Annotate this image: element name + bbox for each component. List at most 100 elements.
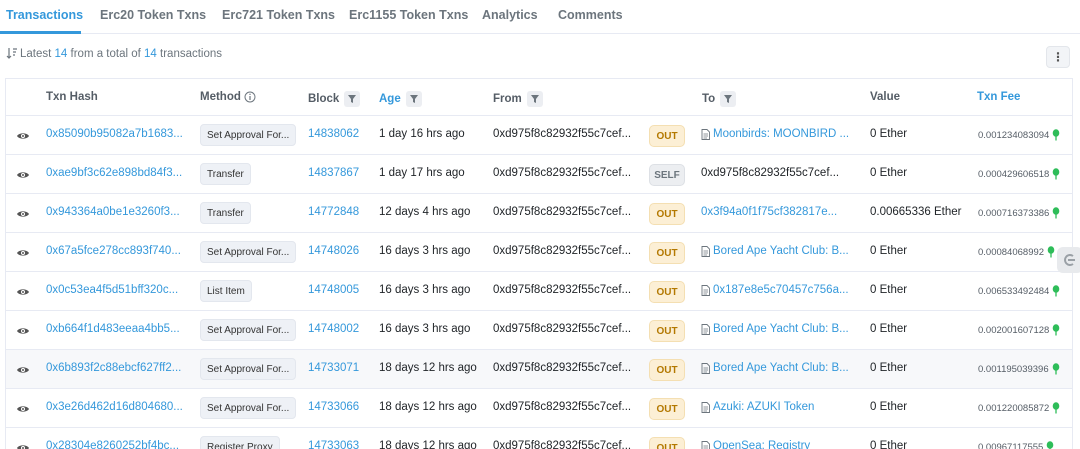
to-address[interactable]: 0x3f94a0f1f75cf382817e... <box>701 206 837 218</box>
block-link[interactable]: 14733071 <box>308 362 359 374</box>
more-options-button[interactable]: ⋮ <box>1046 46 1070 68</box>
age-text: 18 days 12 hrs ago <box>379 401 477 413</box>
txn-fee-text: 0.00084068992 <box>978 246 1055 258</box>
tab-erc1155-token-txns[interactable]: Erc1155 Token Txns <box>349 8 468 22</box>
txn-fee-text: 0.002001607128 <box>978 324 1060 336</box>
eye-icon[interactable] <box>16 403 30 417</box>
tab-comments[interactable]: Comments <box>558 8 623 22</box>
txn-hash-link[interactable]: 0xae9bf3c62e898bd84f3... <box>46 167 182 179</box>
table-row: 0x67a5fce278cc893f740... Set Approval For… <box>6 233 1072 272</box>
table-row: 0x943364a0be1e3260f3... Transfer 14772848 1… <box>6 194 1072 233</box>
column-header-age[interactable]: Age <box>379 91 422 107</box>
to-address-text[interactable]: Bored Ape Yacht Club: B... <box>713 245 849 257</box>
table-row: 0x3e26d462d16d804680... Set Approval For.… <box>6 389 1072 428</box>
table-row: 0xae9bf3c62e898bd84f3... Transfer 14837867… <box>6 155 1072 194</box>
to-address[interactable]: Azuki: AZUKI Token <box>701 401 814 413</box>
txn-hash-link[interactable]: 0x943364a0be1e3260f3... <box>46 206 180 218</box>
value-text: 0 Ether <box>870 245 908 257</box>
to-address[interactable]: 0x187e8e5c70457c756a... <box>701 284 849 296</box>
tab-transactions[interactable]: Transactions <box>6 8 83 22</box>
value-text: 0 Ether <box>870 362 908 374</box>
txn-fee-value: 0.001195039396 <box>978 363 1049 375</box>
age-text: 18 days 12 hrs ago <box>379 362 477 374</box>
txn-fee-text: 0.000716373386 <box>978 207 1060 219</box>
summary-suffix: transactions <box>156 48 223 60</box>
sort-descending-icon[interactable] <box>6 47 18 59</box>
filter-icon[interactable] <box>405 91 422 107</box>
block-link[interactable]: 14748002 <box>308 323 359 335</box>
summary-latest-count: 14 <box>54 48 68 60</box>
from-address: 0xd975f8c82932f55c7cef... <box>493 128 632 140</box>
eye-icon[interactable] <box>16 208 30 222</box>
txn-fee-value: 0.00967117555 <box>978 441 1044 449</box>
txn-fee-text: 0.001234083094 <box>978 129 1060 141</box>
to-address-text[interactable]: Bored Ape Yacht Club: B... <box>713 323 849 335</box>
to-address[interactable]: Bored Ape Yacht Club: B... <box>701 245 849 257</box>
txn-hash-link[interactable]: 0x3e26d462d16d804680... <box>46 401 183 413</box>
info-icon[interactable] <box>244 91 256 103</box>
to-address[interactable]: Bored Ape Yacht Club: B... <box>701 323 849 335</box>
eye-icon[interactable] <box>16 442 30 449</box>
to-address: 0xd975f8c82932f55c7cef... <box>701 167 839 179</box>
value-text: 0 Ether <box>870 284 908 296</box>
column-header-txn-fee[interactable]: Txn Fee <box>977 91 1020 103</box>
to-address-text[interactable]: 0x187e8e5c70457c756a... <box>713 284 849 296</box>
txn-fee-value: 0.002001607128 <box>978 324 1050 336</box>
age-text: 1 day 17 hrs ago <box>379 167 465 179</box>
eye-icon[interactable] <box>16 130 30 144</box>
block-link[interactable]: 14772848 <box>308 206 359 218</box>
filter-icon[interactable] <box>344 91 361 107</box>
to-address[interactable]: OpenSea: Registry <box>701 440 810 449</box>
txn-hash-link[interactable]: 0xb664f1d483eeaa4bb5... <box>46 323 180 335</box>
gas-fee-icon <box>1047 246 1055 258</box>
contract-document-icon <box>701 323 710 335</box>
eye-icon[interactable] <box>16 286 30 300</box>
txn-hash-link[interactable]: 0x28304e8260252bf4bc... <box>46 440 179 449</box>
contract-document-icon <box>701 401 710 413</box>
summary-total-count[interactable]: 14 <box>144 48 157 60</box>
method-badge: Set Approval For... <box>200 319 297 341</box>
value-text: 0 Ether <box>870 323 908 335</box>
filter-icon[interactable] <box>526 91 543 107</box>
block-link[interactable]: 14748026 <box>308 245 359 257</box>
txn-hash-link[interactable]: 0x67a5fce278cc893f740... <box>46 245 181 257</box>
gas-fee-icon <box>1052 129 1060 141</box>
gas-fee-icon <box>1052 207 1060 219</box>
from-address: 0xd975f8c82932f55c7cef... <box>493 245 632 257</box>
block-link[interactable]: 14733063 <box>308 440 359 449</box>
filter-icon[interactable] <box>720 91 737 107</box>
transactions-table: Txn Hash Method Block Age From To Value … <box>5 78 1073 449</box>
tab-erc20-token-txns[interactable]: Erc20 Token Txns <box>100 8 206 22</box>
block-link[interactable]: 14837867 <box>308 167 359 179</box>
to-address[interactable]: Moonbirds: MOONBIRD ... <box>701 128 849 140</box>
floating-action-button[interactable] <box>1057 247 1080 273</box>
method-badge: Set Approval For... <box>200 358 297 380</box>
block-link[interactable]: 14748005 <box>308 284 359 296</box>
summary-prefix: Latest <box>20 48 55 60</box>
table-row: 0xb664f1d483eeaa4bb5... Set Approval For.… <box>6 311 1072 350</box>
to-address-text[interactable]: Bored Ape Yacht Club: B... <box>713 362 849 374</box>
tab-erc721-token-txns[interactable]: Erc721 Token Txns <box>222 8 335 22</box>
gas-fee-icon <box>1052 168 1060 180</box>
txn-hash-link[interactable]: 0x0c53ea4f5d51bff320c... <box>46 284 178 296</box>
to-address-text[interactable]: Moonbirds: MOONBIRD ... <box>713 128 849 140</box>
to-address-text[interactable]: 0x3f94a0f1f75cf382817e... <box>701 206 837 218</box>
column-header-txn-hash: Txn Hash <box>46 91 98 103</box>
txn-hash-link[interactable]: 0x6b893f2c88ebcf627ff2... <box>46 362 181 374</box>
value-text: 0 Ether <box>870 440 908 449</box>
direction-badge: OUT <box>649 437 685 449</box>
block-link[interactable]: 14838062 <box>308 128 359 140</box>
table-row: 0x28304e8260252bf4bc... Register Proxy 147… <box>6 428 1072 449</box>
to-address-text[interactable]: OpenSea: Registry <box>713 440 810 449</box>
eye-icon[interactable] <box>16 169 30 183</box>
tab-analytics[interactable]: Analytics <box>482 8 538 22</box>
to-address[interactable]: Bored Ape Yacht Club: B... <box>701 362 849 374</box>
eye-icon[interactable] <box>16 247 30 261</box>
eye-icon[interactable] <box>16 325 30 339</box>
txn-fee-value: 0.001220085872 <box>978 402 1050 414</box>
txn-hash-link[interactable]: 0x85090b95082a7b1683... <box>46 128 183 140</box>
eye-icon[interactable] <box>16 364 30 378</box>
direction-badge: SELF <box>649 164 685 186</box>
to-address-text[interactable]: Azuki: AZUKI Token <box>713 401 814 413</box>
block-link[interactable]: 14733066 <box>308 401 359 413</box>
